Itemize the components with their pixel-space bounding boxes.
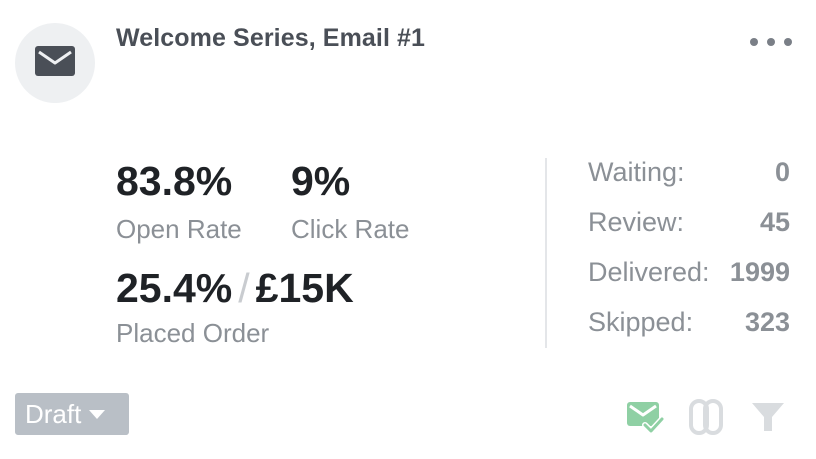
- envelope-icon: [35, 45, 75, 81]
- stat-value-skipped: 323: [744, 307, 790, 337]
- more-options-button[interactable]: [750, 28, 792, 56]
- placed-order-separator: /: [238, 265, 250, 311]
- email-avatar: [15, 23, 95, 103]
- stat-label-skipped: Skipped:: [588, 307, 694, 337]
- open-rate-label: Open Rate: [116, 214, 242, 244]
- placed-order-value: 25.4% / £15K: [116, 265, 354, 312]
- card-title[interactable]: Welcome Series, Email #1: [116, 24, 425, 53]
- vertical-divider: [545, 158, 547, 348]
- more-dot: [767, 38, 775, 46]
- placed-order-percent: 25.4%: [116, 265, 233, 311]
- filter-icon[interactable]: [748, 397, 788, 437]
- click-rate-value: 9%: [291, 158, 351, 204]
- stat-label-review: Review:: [588, 207, 685, 237]
- caret-down-icon: [89, 409, 106, 419]
- stat-value-review: 45: [759, 207, 790, 237]
- open-rate-value: 83.8%: [116, 158, 233, 204]
- more-horizontal-icon: [750, 38, 758, 46]
- stat-value-delivered: 1999: [729, 257, 790, 287]
- placed-order-label: Placed Order: [116, 318, 270, 348]
- click-rate-label: Click Rate: [291, 214, 410, 244]
- email-card: Welcome Series, Email #1 83.8% Open Rate…: [0, 0, 816, 459]
- stat-value-waiting: 0: [774, 157, 790, 187]
- stat-label-waiting: Waiting:: [588, 157, 685, 187]
- paperclip-icon[interactable]: [686, 397, 726, 437]
- more-dot: [784, 38, 792, 46]
- stat-label-delivered: Delivered:: [588, 257, 710, 287]
- email-check-icon[interactable]: [625, 397, 665, 437]
- status-label: Draft: [25, 398, 82, 429]
- placed-order-revenue: £15K: [255, 265, 354, 311]
- status-dropdown[interactable]: Draft: [15, 393, 129, 435]
